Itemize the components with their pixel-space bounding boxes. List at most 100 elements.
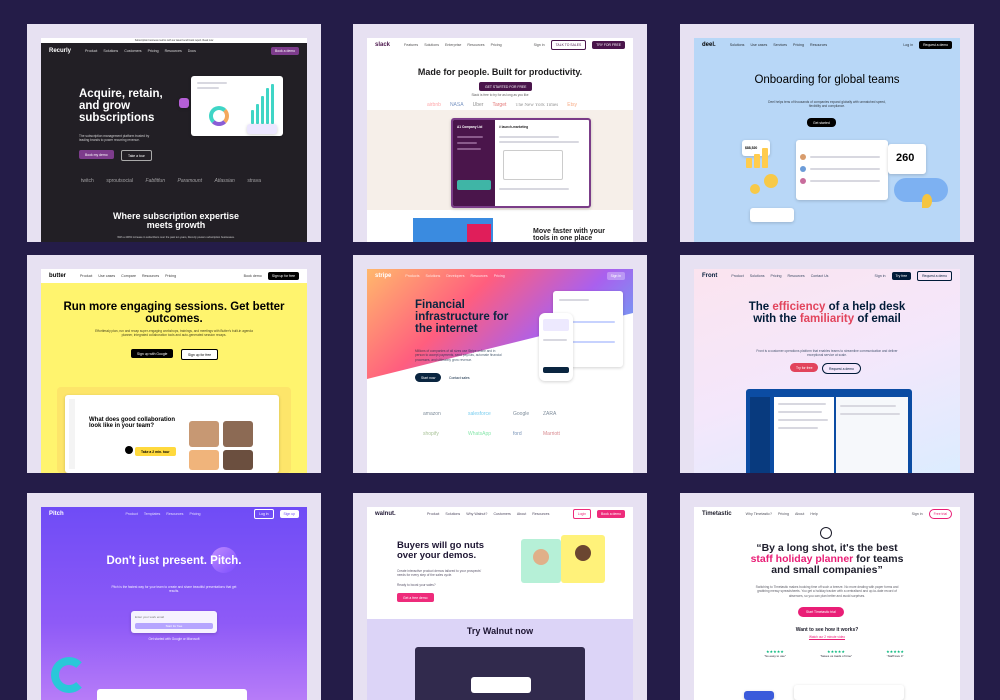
nav-enterprise[interactable]: Enterprise [445, 43, 461, 47]
nav-resources[interactable]: Resources [166, 512, 183, 516]
huddle-card[interactable] [457, 180, 491, 190]
nav-developers[interactable]: Developers [446, 274, 464, 278]
tile-butter[interactable]: butter Product Use cases Compare Resourc… [27, 255, 321, 473]
nav-customers[interactable]: Customers [124, 49, 141, 53]
sign-in-link[interactable]: Sign in [912, 512, 923, 516]
contact-sales-button[interactable]: Contact sales [443, 373, 476, 382]
workspace-name[interactable]: A1 Company Ltd [457, 125, 482, 129]
sign-up-nav-button[interactable]: Sign up for free [267, 272, 299, 280]
nav-services[interactable]: Services [773, 43, 787, 47]
tile-slack[interactable]: slack Features Solutions Enterprise Reso… [353, 24, 647, 242]
nav-features[interactable]: Features [404, 43, 418, 47]
tile-pitch[interactable]: Pitch Product Templates Resources Pricin… [27, 493, 321, 700]
nav-resources[interactable]: Resources [467, 43, 484, 47]
tile-front[interactable]: Front Product Solutions Pricing Resource… [680, 255, 974, 473]
nav-customers[interactable]: Customers [493, 512, 510, 516]
nav-resources[interactable]: Resources [788, 274, 805, 278]
tile-recurly[interactable]: Subscription business metrics with our l… [27, 24, 321, 242]
nav-about[interactable]: About [517, 512, 526, 516]
nav-use-cases[interactable]: Use cases [750, 43, 767, 47]
pitch-logo[interactable]: Pitch [49, 511, 64, 517]
email-field[interactable]: Enter your work email [135, 615, 164, 619]
try-free-button[interactable]: Try for free [790, 363, 819, 373]
nav-pricing[interactable]: Pricing [494, 274, 505, 278]
request-demo-nav-button[interactable]: Request a demo [917, 271, 952, 281]
front-logo[interactable]: Front [702, 273, 717, 279]
walnut-logo[interactable]: walnut. [375, 511, 396, 517]
nav-docs[interactable]: Docs [188, 49, 196, 53]
nav-why[interactable]: Why Timetastic? [746, 512, 772, 516]
nav-pricing[interactable]: Pricing [165, 274, 176, 278]
nav-pricing[interactable]: Pricing [793, 43, 804, 47]
take-tour-button[interactable]: Take a tour [121, 150, 152, 162]
nav-pricing[interactable]: Pricing [148, 49, 159, 53]
try-free-nav-button[interactable]: Try free [891, 272, 912, 280]
watch-video-link[interactable]: Watch our 2 minute video [694, 635, 960, 639]
nav-solutions[interactable]: Solutions [730, 43, 745, 47]
sign-in-button[interactable]: Sign in [606, 272, 625, 280]
butter-logo[interactable]: butter [49, 273, 66, 279]
nav-resources[interactable]: Resources [810, 43, 827, 47]
get-free-demo-button[interactable]: Get a free demo [397, 593, 434, 603]
sign-up-google-button[interactable]: Sign up with Google [131, 349, 174, 359]
book-demo-nav-button[interactable]: Book a demo [597, 510, 626, 518]
nav-solutions[interactable]: Solutions [445, 512, 460, 516]
sign-up-free-button[interactable]: Sign up for free [181, 349, 219, 361]
nav-pricing[interactable]: Pricing [778, 512, 789, 516]
get-started-button[interactable]: Get started [807, 118, 836, 128]
sign-in-link[interactable]: Sign in [875, 274, 886, 278]
nav-contact[interactable]: Contact Us [811, 274, 829, 278]
tile-stripe[interactable]: stripe Products Solutions Developers Res… [353, 255, 647, 473]
log-in-button[interactable]: Log in [254, 509, 274, 519]
demo-card[interactable] [471, 677, 531, 693]
request-demo-button[interactable]: Request a demo [822, 363, 861, 375]
deel-logo[interactable]: deel. [702, 42, 716, 48]
nav-solutions[interactable]: Solutions [750, 274, 765, 278]
stripe-logo[interactable]: stripe [375, 273, 391, 279]
nav-about[interactable]: About [795, 512, 804, 516]
nav-product[interactable]: Product [125, 512, 137, 516]
nav-use-cases[interactable]: Use cases [98, 274, 115, 278]
try-free-nav-button[interactable]: TRY FOR FREE [592, 41, 625, 49]
nav-pricing[interactable]: Pricing [491, 43, 502, 47]
play-icon[interactable] [125, 446, 133, 454]
nav-resources[interactable]: Resources [532, 512, 549, 516]
take-tour-button[interactable]: Take a 2 min. tour [135, 447, 176, 457]
nav-pricing[interactable]: Pricing [189, 512, 200, 516]
nav-compare[interactable]: Compare [121, 274, 136, 278]
nav-product[interactable]: Product [427, 512, 439, 516]
timetastic-logo[interactable]: Timetastic [702, 511, 732, 517]
start-trial-button[interactable]: Start Timetastic trial [798, 607, 844, 617]
recurly-logo[interactable]: Recurly [49, 48, 71, 54]
announcement-bar[interactable]: Subscription business metrics with our l… [41, 38, 307, 43]
tile-timetastic[interactable]: Timetastic Why Timetastic? Pricing About… [680, 493, 974, 700]
free-trial-nav-button[interactable]: Free trial [928, 509, 952, 519]
nav-templates[interactable]: Templates [144, 512, 160, 516]
login-link[interactable]: Log in [903, 43, 913, 47]
sso-text[interactable]: Get started with Google or Microsoft [111, 637, 237, 641]
channel-name[interactable]: # launch-marketing [499, 125, 528, 129]
request-demo-nav-button[interactable]: Request a demo [919, 41, 952, 49]
nav-product[interactable]: Product [80, 274, 92, 278]
nav-resources[interactable]: Resources [471, 274, 488, 278]
nav-solutions[interactable]: Solutions [426, 274, 441, 278]
nav-why-walnut[interactable]: Why Walnut? [466, 512, 487, 516]
nav-help[interactable]: Help [810, 512, 817, 516]
tile-deel[interactable]: deel. Solutions Use cases Services Prici… [680, 24, 974, 242]
start-free-button[interactable]: Start for free [135, 623, 213, 629]
nav-product[interactable]: Product [731, 274, 743, 278]
nav-solutions[interactable]: Solutions [103, 49, 118, 53]
message-attachment[interactable] [503, 150, 563, 180]
sign-up-nav-button[interactable]: Sign up [279, 510, 300, 518]
talk-to-sales-button[interactable]: TALK TO SALES [550, 40, 587, 50]
nav-resources[interactable]: Resources [142, 274, 159, 278]
book-demo-link[interactable]: Book demo [244, 274, 262, 278]
nav-products[interactable]: Products [405, 274, 419, 278]
nav-solutions[interactable]: Solutions [424, 43, 439, 47]
nav-product[interactable]: Product [85, 49, 97, 53]
nav-pricing[interactable]: Pricing [771, 274, 782, 278]
book-demo-nav-button[interactable]: Book a demo [271, 47, 299, 55]
sign-in-link[interactable]: Sign in [534, 43, 545, 47]
nav-resources[interactable]: Resources [165, 49, 182, 53]
login-button[interactable]: Login [572, 509, 592, 519]
